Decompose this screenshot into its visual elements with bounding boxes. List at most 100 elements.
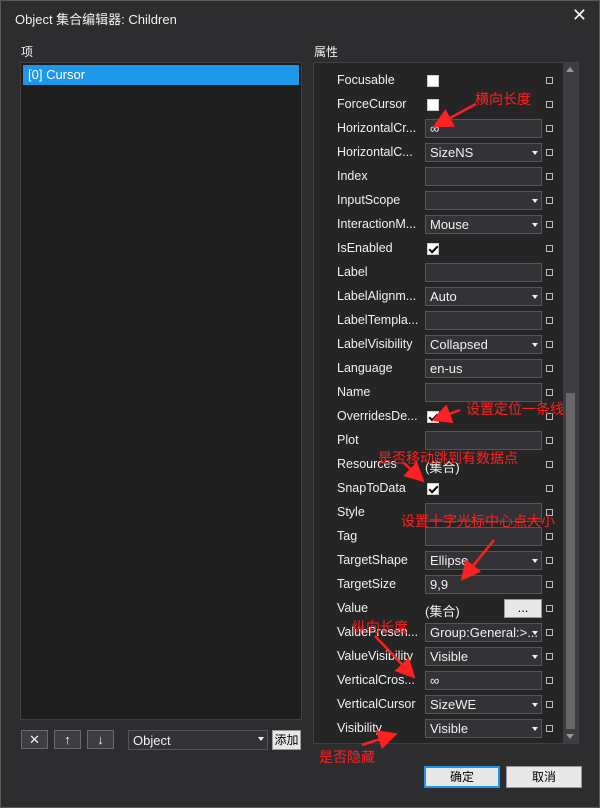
property-marker-icon[interactable] bbox=[546, 101, 553, 108]
property-row-interactionm: InteractionM... Mouse bbox=[314, 213, 564, 237]
property-combo-value: SizeNS bbox=[430, 145, 474, 160]
property-combo-value: Collapsed bbox=[430, 337, 488, 352]
property-textbox[interactable]: ∞ bbox=[425, 671, 542, 690]
property-name: LabelAlignm... bbox=[337, 289, 417, 303]
property-marker-icon[interactable] bbox=[546, 389, 553, 396]
annotation-snap-line: 设置定位一条线 bbox=[466, 401, 564, 417]
property-row-targetshape: TargetShape Ellipse bbox=[314, 549, 564, 573]
property-marker-icon[interactable] bbox=[546, 245, 553, 252]
property-combo-value: Mouse bbox=[430, 217, 470, 232]
property-name: ForceCursor bbox=[337, 97, 407, 111]
property-row-verticalcros: VerticalCros... ∞ bbox=[314, 669, 564, 693]
property-checkbox[interactable] bbox=[427, 243, 439, 255]
property-combo[interactable]: SizeNS bbox=[425, 143, 542, 162]
property-row-labeltempla: LabelTempla... bbox=[314, 309, 564, 333]
property-combo[interactable]: Ellipse bbox=[425, 551, 542, 570]
property-name: HorizontalC... bbox=[337, 145, 413, 159]
chevron-down-icon bbox=[258, 737, 264, 741]
property-marker-icon[interactable] bbox=[546, 293, 553, 300]
property-row-label: Label bbox=[314, 261, 564, 285]
property-marker-icon[interactable] bbox=[546, 77, 553, 84]
property-combo[interactable]: Auto bbox=[425, 287, 542, 306]
property-textbox[interactable] bbox=[425, 311, 542, 330]
property-value: (集合) bbox=[425, 604, 460, 619]
property-combo[interactable]: Visible bbox=[425, 647, 542, 666]
items-label: 项 bbox=[21, 45, 34, 59]
property-name: VerticalCursor bbox=[337, 697, 416, 711]
property-textbox[interactable]: 9,9 bbox=[425, 575, 542, 594]
chevron-down-icon bbox=[532, 703, 538, 707]
ellipsis-button[interactable]: ... bbox=[504, 599, 542, 618]
property-marker-icon[interactable] bbox=[546, 365, 553, 372]
property-marker-icon[interactable] bbox=[546, 269, 553, 276]
add-button[interactable]: 添加 bbox=[272, 730, 301, 750]
property-marker-icon[interactable] bbox=[546, 725, 553, 732]
property-marker-icon[interactable] bbox=[546, 485, 553, 492]
annotation-vertical-length: 纵向长度 bbox=[352, 619, 408, 635]
property-marker-icon[interactable] bbox=[546, 653, 553, 660]
property-checkbox[interactable] bbox=[427, 411, 439, 423]
property-textbox[interactable]: ∞ bbox=[425, 119, 542, 138]
annotation-horizontal-length: 横向长度 bbox=[475, 91, 531, 107]
property-name: InputScope bbox=[337, 193, 401, 207]
property-textbox[interactable]: en-us bbox=[425, 359, 542, 378]
list-item[interactable]: [0] Cursor bbox=[23, 65, 299, 85]
property-name: InteractionM... bbox=[337, 217, 417, 231]
property-name: OverridesDe... bbox=[337, 409, 418, 423]
property-marker-icon[interactable] bbox=[546, 701, 553, 708]
move-up-button[interactable]: ↑ bbox=[54, 730, 81, 749]
property-row-visibility: Visibility Visible bbox=[314, 717, 564, 741]
items-list[interactable]: [0] Cursor bbox=[20, 62, 302, 720]
property-combo-value: Ellipse bbox=[430, 553, 469, 568]
scroll-up-icon[interactable] bbox=[566, 67, 574, 72]
property-marker-icon[interactable] bbox=[546, 173, 553, 180]
property-checkbox[interactable] bbox=[427, 99, 439, 111]
chevron-down-icon bbox=[532, 631, 538, 635]
property-marker-icon[interactable] bbox=[546, 533, 553, 540]
property-marker-icon[interactable] bbox=[546, 341, 553, 348]
close-icon[interactable]: ✕ bbox=[572, 5, 587, 26]
scroll-down-icon[interactable] bbox=[566, 734, 574, 739]
move-down-button[interactable]: ↓ bbox=[87, 730, 114, 749]
property-textbox[interactable] bbox=[425, 263, 542, 282]
property-combo[interactable] bbox=[425, 191, 542, 210]
property-marker-icon[interactable] bbox=[546, 605, 553, 612]
property-name: Label bbox=[337, 265, 368, 279]
property-checkbox[interactable] bbox=[427, 75, 439, 87]
property-marker-icon[interactable] bbox=[546, 581, 553, 588]
property-marker-icon[interactable] bbox=[546, 629, 553, 636]
cancel-button[interactable]: 取消 bbox=[506, 766, 582, 788]
property-marker-icon[interactable] bbox=[546, 221, 553, 228]
ok-button[interactable]: 确定 bbox=[424, 766, 500, 788]
property-name: Index bbox=[337, 169, 368, 183]
properties-label: 属性 bbox=[314, 45, 339, 59]
remove-item-button[interactable]: ✕ bbox=[21, 730, 48, 749]
property-marker-icon[interactable] bbox=[546, 557, 553, 564]
property-combo[interactable]: Visible bbox=[425, 719, 542, 738]
property-combo[interactable]: Mouse bbox=[425, 215, 542, 234]
property-combo-value: Auto bbox=[430, 289, 457, 304]
property-combo[interactable]: SizeWE bbox=[425, 695, 542, 714]
property-combo[interactable]: Group:General:>... bbox=[425, 623, 542, 642]
scrollbar-thumb[interactable] bbox=[566, 393, 575, 729]
property-textbox[interactable] bbox=[425, 167, 542, 186]
property-name: LabelVisibility bbox=[337, 337, 413, 351]
property-marker-icon[interactable] bbox=[546, 677, 553, 684]
property-marker-icon[interactable] bbox=[546, 317, 553, 324]
property-marker-icon[interactable] bbox=[546, 437, 553, 444]
chevron-down-icon bbox=[532, 199, 538, 203]
property-row-verticalcursor: VerticalCursor SizeWE bbox=[314, 693, 564, 717]
property-name: IsEnabled bbox=[337, 241, 393, 255]
property-grid-scrollbar[interactable] bbox=[563, 63, 578, 743]
property-marker-icon[interactable] bbox=[546, 149, 553, 156]
item-type-combo[interactable]: Object bbox=[128, 730, 268, 750]
property-name: SnapToData bbox=[337, 481, 406, 495]
property-checkbox[interactable] bbox=[427, 483, 439, 495]
property-row-valuevisibility: ValueVisibility Visible bbox=[314, 645, 564, 669]
property-combo[interactable]: Collapsed bbox=[425, 335, 542, 354]
property-marker-icon[interactable] bbox=[546, 125, 553, 132]
property-combo-value: Group:General:>... bbox=[430, 625, 539, 640]
title-bar: Object 集合编辑器: Children ✕ bbox=[1, 1, 599, 33]
property-marker-icon[interactable] bbox=[546, 197, 553, 204]
property-marker-icon[interactable] bbox=[546, 461, 553, 468]
